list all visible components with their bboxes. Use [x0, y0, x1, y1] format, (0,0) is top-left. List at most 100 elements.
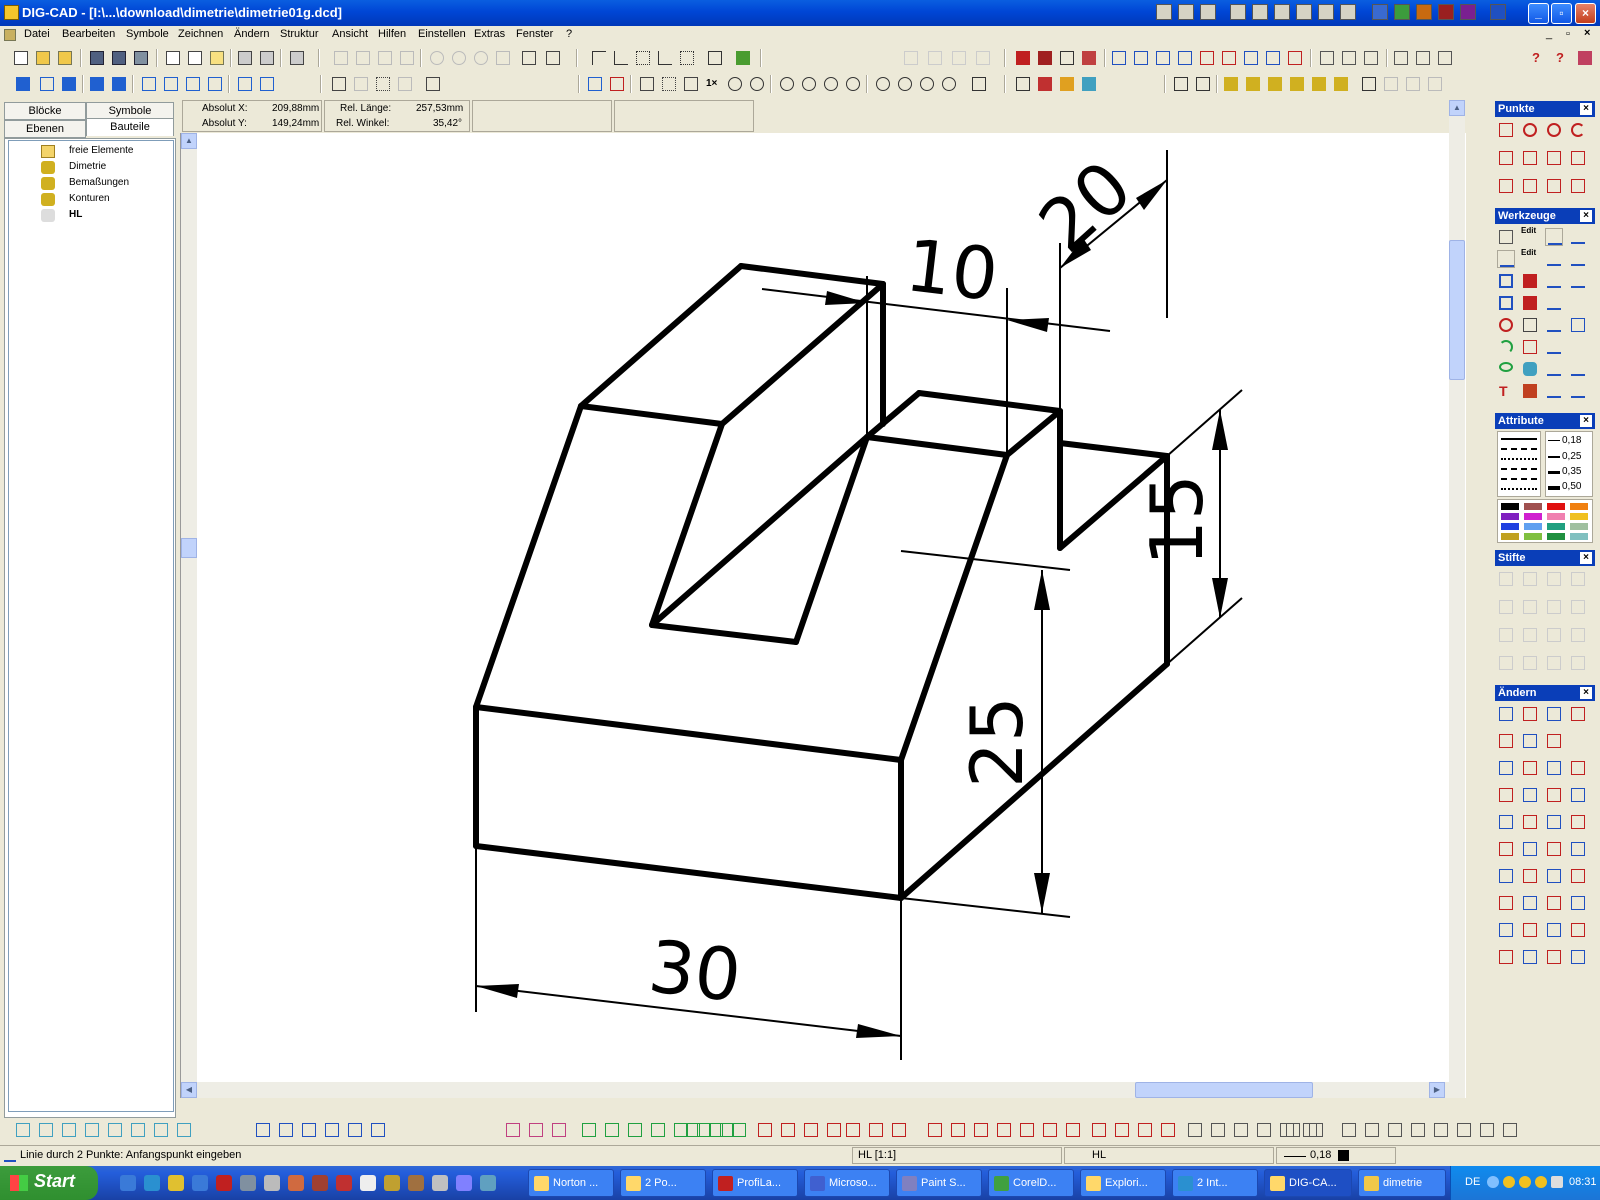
- draw-tool-icon[interactable]: [1307, 1121, 1325, 1139]
- measure-icon[interactable]: [1521, 294, 1539, 312]
- pen-slot-icon[interactable]: [1569, 626, 1587, 644]
- brush-icon[interactable]: [1036, 75, 1054, 93]
- scroll-up-button[interactable]: ▲: [181, 133, 197, 149]
- point-tool-icon[interactable]: [1497, 121, 1515, 139]
- open-folder-icon[interactable]: [56, 49, 74, 67]
- mdi-restore-icon[interactable]: ▫: [1566, 28, 1570, 40]
- draw-tool-icon[interactable]: [1386, 1121, 1404, 1139]
- close-button[interactable]: ×: [1575, 3, 1596, 24]
- draw-tool-icon[interactable]: [926, 1121, 944, 1139]
- line-tool-icon[interactable]: [1569, 382, 1587, 400]
- zoom-icon[interactable]: [896, 75, 914, 93]
- layer-tool-icon[interactable]: [60, 75, 78, 93]
- line-tool-icon[interactable]: [1545, 382, 1563, 400]
- draw-tool-icon[interactable]: [527, 1121, 545, 1139]
- draw-tool-icon[interactable]: [844, 1121, 862, 1139]
- draw-tool-icon[interactable]: [175, 1121, 193, 1139]
- block-icon[interactable]: [1172, 75, 1190, 93]
- modify-tool-icon[interactable]: [1497, 921, 1515, 939]
- disabled-tool-icon[interactable]: [902, 49, 920, 67]
- copy-icon[interactable]: [354, 49, 372, 67]
- close-icon[interactable]: ×: [1580, 687, 1592, 699]
- quicklaunch-icon[interactable]: [1156, 4, 1172, 20]
- save-as-icon[interactable]: [110, 49, 128, 67]
- confirm-icon[interactable]: [494, 49, 512, 67]
- axis-icon[interactable]: [612, 49, 630, 67]
- zoom-window-icon[interactable]: [660, 75, 678, 93]
- tools-icon[interactable]: [1340, 49, 1358, 67]
- structure-icon[interactable]: [1426, 75, 1444, 93]
- modify-tool-icon[interactable]: [1497, 759, 1515, 777]
- print-preview-icon[interactable]: [258, 49, 276, 67]
- tray-icon[interactable]: [1519, 1176, 1531, 1188]
- export-icon[interactable]: [544, 49, 562, 67]
- pen-slot-icon[interactable]: [1569, 654, 1587, 672]
- scale-icon[interactable]: [424, 75, 442, 93]
- align-icon[interactable]: [162, 75, 180, 93]
- quicklaunch-icon[interactable]: [168, 1175, 184, 1191]
- modify-tool-icon[interactable]: [1569, 705, 1587, 723]
- menu-ansicht[interactable]: Ansicht: [332, 28, 368, 40]
- align-icon[interactable]: [140, 75, 158, 93]
- transform-icon[interactable]: [1110, 49, 1128, 67]
- draw-tool-icon[interactable]: [369, 1121, 387, 1139]
- quicklaunch-icon[interactable]: [312, 1175, 328, 1191]
- paste-icon[interactable]: [376, 49, 394, 67]
- menu-zeichnen[interactable]: Zeichnen: [178, 28, 223, 40]
- mdi-minimize-icon[interactable]: _: [1546, 28, 1552, 40]
- layer-tool-icon[interactable]: [38, 75, 56, 93]
- delete-icon[interactable]: [396, 75, 414, 93]
- hatch-icon[interactable]: [1080, 75, 1098, 93]
- modify-tool-icon[interactable]: [1569, 894, 1587, 912]
- zoom-in-icon[interactable]: [778, 75, 796, 93]
- align-icon[interactable]: [184, 75, 202, 93]
- pen-slot-icon[interactable]: [1545, 626, 1563, 644]
- line-tool-icon[interactable]: [1545, 338, 1563, 356]
- draw-tool-icon[interactable]: [1455, 1121, 1473, 1139]
- task-button[interactable]: 2 Int...: [1172, 1169, 1258, 1197]
- draw-tool-icon[interactable]: [580, 1121, 598, 1139]
- quicklaunch-icon[interactable]: [192, 1175, 208, 1191]
- transform-icon[interactable]: [1242, 49, 1260, 67]
- pen-slot-icon[interactable]: [1497, 626, 1515, 644]
- draw-tool-icon[interactable]: [323, 1121, 341, 1139]
- draw-tool-icon[interactable]: [1255, 1121, 1273, 1139]
- scroll-thumb[interactable]: [1449, 240, 1465, 380]
- paste-special-icon[interactable]: [398, 49, 416, 67]
- modify-tool-icon[interactable]: [1497, 813, 1515, 831]
- line-tool-icon[interactable]: [1545, 316, 1563, 334]
- draw-tool-icon[interactable]: [949, 1121, 967, 1139]
- tab-bloecke[interactable]: Blöcke: [4, 102, 86, 120]
- line-tool-icon[interactable]: [1569, 272, 1587, 290]
- undo-icon[interactable]: [428, 49, 446, 67]
- quicklaunch-icon[interactable]: [360, 1175, 376, 1191]
- left-ruler-scrollbar[interactable]: ▲ ▼: [181, 133, 197, 1098]
- color-swatch[interactable]: [1570, 523, 1588, 530]
- vertical-scrollbar[interactable]: ▲ ▼: [1449, 100, 1465, 1098]
- quicklaunch-icon[interactable]: [264, 1175, 280, 1191]
- ie-icon[interactable]: [144, 1175, 160, 1191]
- quicklaunch-icon[interactable]: [456, 1175, 472, 1191]
- help-icon[interactable]: ?: [1530, 49, 1548, 67]
- draw-tool-icon[interactable]: [1340, 1121, 1358, 1139]
- modify-tool-icon[interactable]: [1545, 840, 1563, 858]
- modify-tool-icon[interactable]: [1521, 867, 1539, 885]
- color-swatch[interactable]: [1524, 503, 1542, 510]
- color-swatch[interactable]: [1501, 503, 1519, 510]
- modify-tool-icon[interactable]: [1545, 948, 1563, 966]
- snap-tool-icon[interactable]: [1569, 316, 1587, 334]
- quicklaunch-icon[interactable]: [240, 1175, 256, 1191]
- quicklaunch-icon[interactable]: [1340, 4, 1356, 20]
- modify-tool-icon[interactable]: [1521, 948, 1539, 966]
- modify-tool-icon[interactable]: [1521, 921, 1539, 939]
- edit2-icon[interactable]: Edit: [1521, 248, 1539, 266]
- color-swatch[interactable]: [1547, 523, 1565, 530]
- color-swatch[interactable]: [1547, 503, 1565, 510]
- cube-icon[interactable]: [1036, 49, 1054, 67]
- modify-tool-icon[interactable]: [1545, 867, 1563, 885]
- pen-slot-icon[interactable]: [1521, 626, 1539, 644]
- modify-tool-icon[interactable]: [1521, 732, 1539, 750]
- modify-tool-icon[interactable]: [1521, 786, 1539, 804]
- color-swatch[interactable]: [1524, 523, 1542, 530]
- draw-tool-icon[interactable]: [1478, 1121, 1496, 1139]
